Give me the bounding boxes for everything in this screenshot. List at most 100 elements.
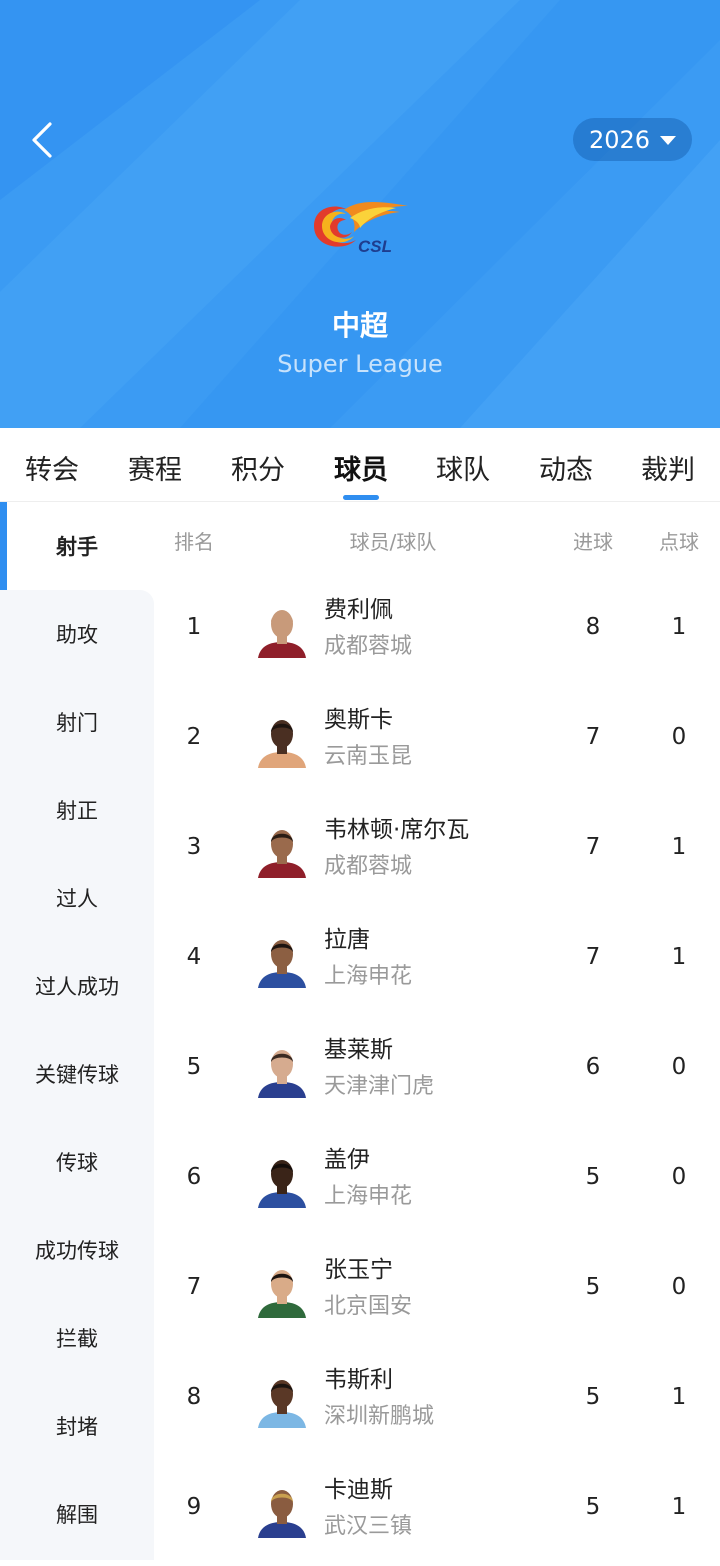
sidebar-item-assists[interactable]: 助攻 <box>0 590 154 678</box>
tab-players[interactable]: 球员 <box>334 448 388 488</box>
penalties-cell: 0 <box>671 1274 687 1300</box>
player-name: 基莱斯 <box>324 1037 393 1063</box>
player-team: 成都蓉城 <box>324 854 413 879</box>
player-avatar <box>254 1482 310 1538</box>
table-row[interactable]: 5 基莱斯 天津津门虎 6 0 <box>154 1016 720 1126</box>
player-avatar <box>254 1262 310 1318</box>
sidebar-item-passes[interactable]: 传球 <box>0 1118 154 1206</box>
player-avatar <box>254 712 310 768</box>
season-label: 2026 <box>588 125 651 154</box>
league-title: 中超 <box>331 309 388 342</box>
player-team: 云南玉昆 <box>324 744 413 769</box>
rank-cell: 8 <box>186 1384 202 1410</box>
tab-news[interactable]: 动态 <box>539 448 593 488</box>
sidebar-item-successful-passes[interactable]: 成功传球 <box>0 1206 154 1294</box>
player-name: 卡迪斯 <box>324 1477 393 1503</box>
goals-cell: 8 <box>585 614 601 640</box>
tab-transfers[interactable]: 转会 <box>25 448 79 488</box>
player-avatar <box>254 1152 310 1208</box>
player-team: 深圳新鹏城 <box>324 1404 435 1429</box>
table-row[interactable]: 7 张玉宁 北京国安 5 0 <box>154 1236 720 1346</box>
tab-bar: 转会 赛程 积分 球员 球队 动态 裁判 <box>0 428 720 502</box>
goals-cell: 7 <box>585 724 601 750</box>
rank-cell: 3 <box>186 834 202 860</box>
csl-logo: CSL <box>314 202 408 256</box>
season-selector[interactable]: 2026 <box>573 118 692 161</box>
goals-cell: 7 <box>585 834 601 860</box>
sidebar-item-shots-on-target[interactable]: 射正 <box>0 766 154 854</box>
player-avatar <box>254 602 310 658</box>
chevron-left-icon <box>32 122 52 158</box>
back-button[interactable] <box>22 118 62 162</box>
player-team: 武汉三镇 <box>324 1514 413 1539</box>
player-team: 天津津门虎 <box>324 1074 435 1099</box>
rank-cell: 9 <box>186 1494 202 1520</box>
penalties-cell: 1 <box>671 614 687 640</box>
league-header: 2026 CSL 中超 Super League <box>0 0 720 428</box>
sidebar-item-interceptions[interactable]: 拦截 <box>0 1294 154 1382</box>
active-tab-indicator <box>343 495 379 500</box>
player-team: 北京国安 <box>324 1294 413 1319</box>
sidebar-item-dribbles[interactable]: 过人 <box>0 854 154 942</box>
sidebar-item-key-passes[interactable]: 关键传球 <box>0 1030 154 1118</box>
table-header: 排名 球员/球队 进球 点球 <box>154 502 720 576</box>
table-row[interactable]: 4 拉唐 上海申花 7 1 <box>154 906 720 1016</box>
table-row[interactable]: 3 韦林顿·席尔瓦 成都蓉城 7 1 <box>154 796 720 906</box>
player-name: 奥斯卡 <box>324 707 393 733</box>
sidebar-item-shots[interactable]: 射门 <box>0 678 154 766</box>
goals-cell: 5 <box>585 1164 601 1190</box>
column-header-player: 球员/球队 <box>349 530 437 554</box>
tab-schedule[interactable]: 赛程 <box>128 448 182 488</box>
svg-text:CSL: CSL <box>358 237 392 256</box>
player-team: 上海申花 <box>324 1184 413 1209</box>
player-avatar <box>254 1372 310 1428</box>
rank-cell: 2 <box>186 724 202 750</box>
penalties-cell: 1 <box>671 1384 687 1410</box>
player-team: 成都蓉城 <box>324 634 413 659</box>
player-name: 韦斯利 <box>324 1367 393 1393</box>
caret-down-icon <box>660 136 677 145</box>
stat-category-sidebar: 射手 助攻 射门 射正 过人 过人成功 关键传球 传球 成功传球 拦截 封堵 解… <box>0 502 154 1560</box>
penalties-cell: 1 <box>671 1494 687 1520</box>
penalties-cell: 0 <box>671 1054 687 1080</box>
goals-cell: 5 <box>585 1274 601 1300</box>
sidebar-item-goals[interactable]: 射手 <box>0 502 154 590</box>
player-avatar <box>254 932 310 988</box>
table-row[interactable]: 1 费利佩 成都蓉城 8 1 <box>154 576 720 686</box>
player-name: 韦林顿·席尔瓦 <box>324 817 470 843</box>
table-row[interactable]: 9 卡迪斯 武汉三镇 5 1 <box>154 1456 720 1566</box>
player-name: 盖伊 <box>324 1147 370 1173</box>
player-team: 上海申花 <box>324 964 413 989</box>
table-row[interactable]: 6 盖伊 上海申花 5 0 <box>154 1126 720 1236</box>
sidebar-item-clearances[interactable]: 解围 <box>0 1470 154 1558</box>
rank-cell: 6 <box>186 1164 202 1190</box>
player-name: 张玉宁 <box>324 1257 393 1283</box>
goals-cell: 6 <box>585 1054 601 1080</box>
player-name: 拉唐 <box>324 927 370 953</box>
table-row[interactable]: 8 韦斯利 深圳新鹏城 5 1 <box>154 1346 720 1456</box>
column-header-rank: 排名 <box>174 530 214 554</box>
penalties-cell: 0 <box>671 724 687 750</box>
column-header-goals: 进球 <box>573 530 613 554</box>
tab-standings[interactable]: 积分 <box>231 448 285 488</box>
goals-cell: 5 <box>585 1494 601 1520</box>
rank-cell: 5 <box>186 1054 202 1080</box>
player-avatar <box>254 822 310 878</box>
player-name: 费利佩 <box>324 597 393 623</box>
league-subtitle: Super League <box>277 350 443 378</box>
sidebar-item-blocks[interactable]: 封堵 <box>0 1382 154 1470</box>
goals-cell: 5 <box>585 1384 601 1410</box>
column-header-penalties: 点球 <box>659 530 699 554</box>
sidebar-item-successful-dribbles[interactable]: 过人成功 <box>0 942 154 1030</box>
tab-referees[interactable]: 裁判 <box>641 448 695 488</box>
goals-cell: 7 <box>585 944 601 970</box>
rank-cell: 1 <box>186 614 202 640</box>
tab-teams[interactable]: 球队 <box>436 448 490 488</box>
player-avatar <box>254 1042 310 1098</box>
penalties-cell: 1 <box>671 834 687 860</box>
rank-cell: 7 <box>186 1274 202 1300</box>
penalties-cell: 0 <box>671 1164 687 1190</box>
rank-cell: 4 <box>186 944 202 970</box>
sidebar-active-indicator <box>0 502 7 590</box>
table-row[interactable]: 2 奥斯卡 云南玉昆 7 0 <box>154 686 720 796</box>
